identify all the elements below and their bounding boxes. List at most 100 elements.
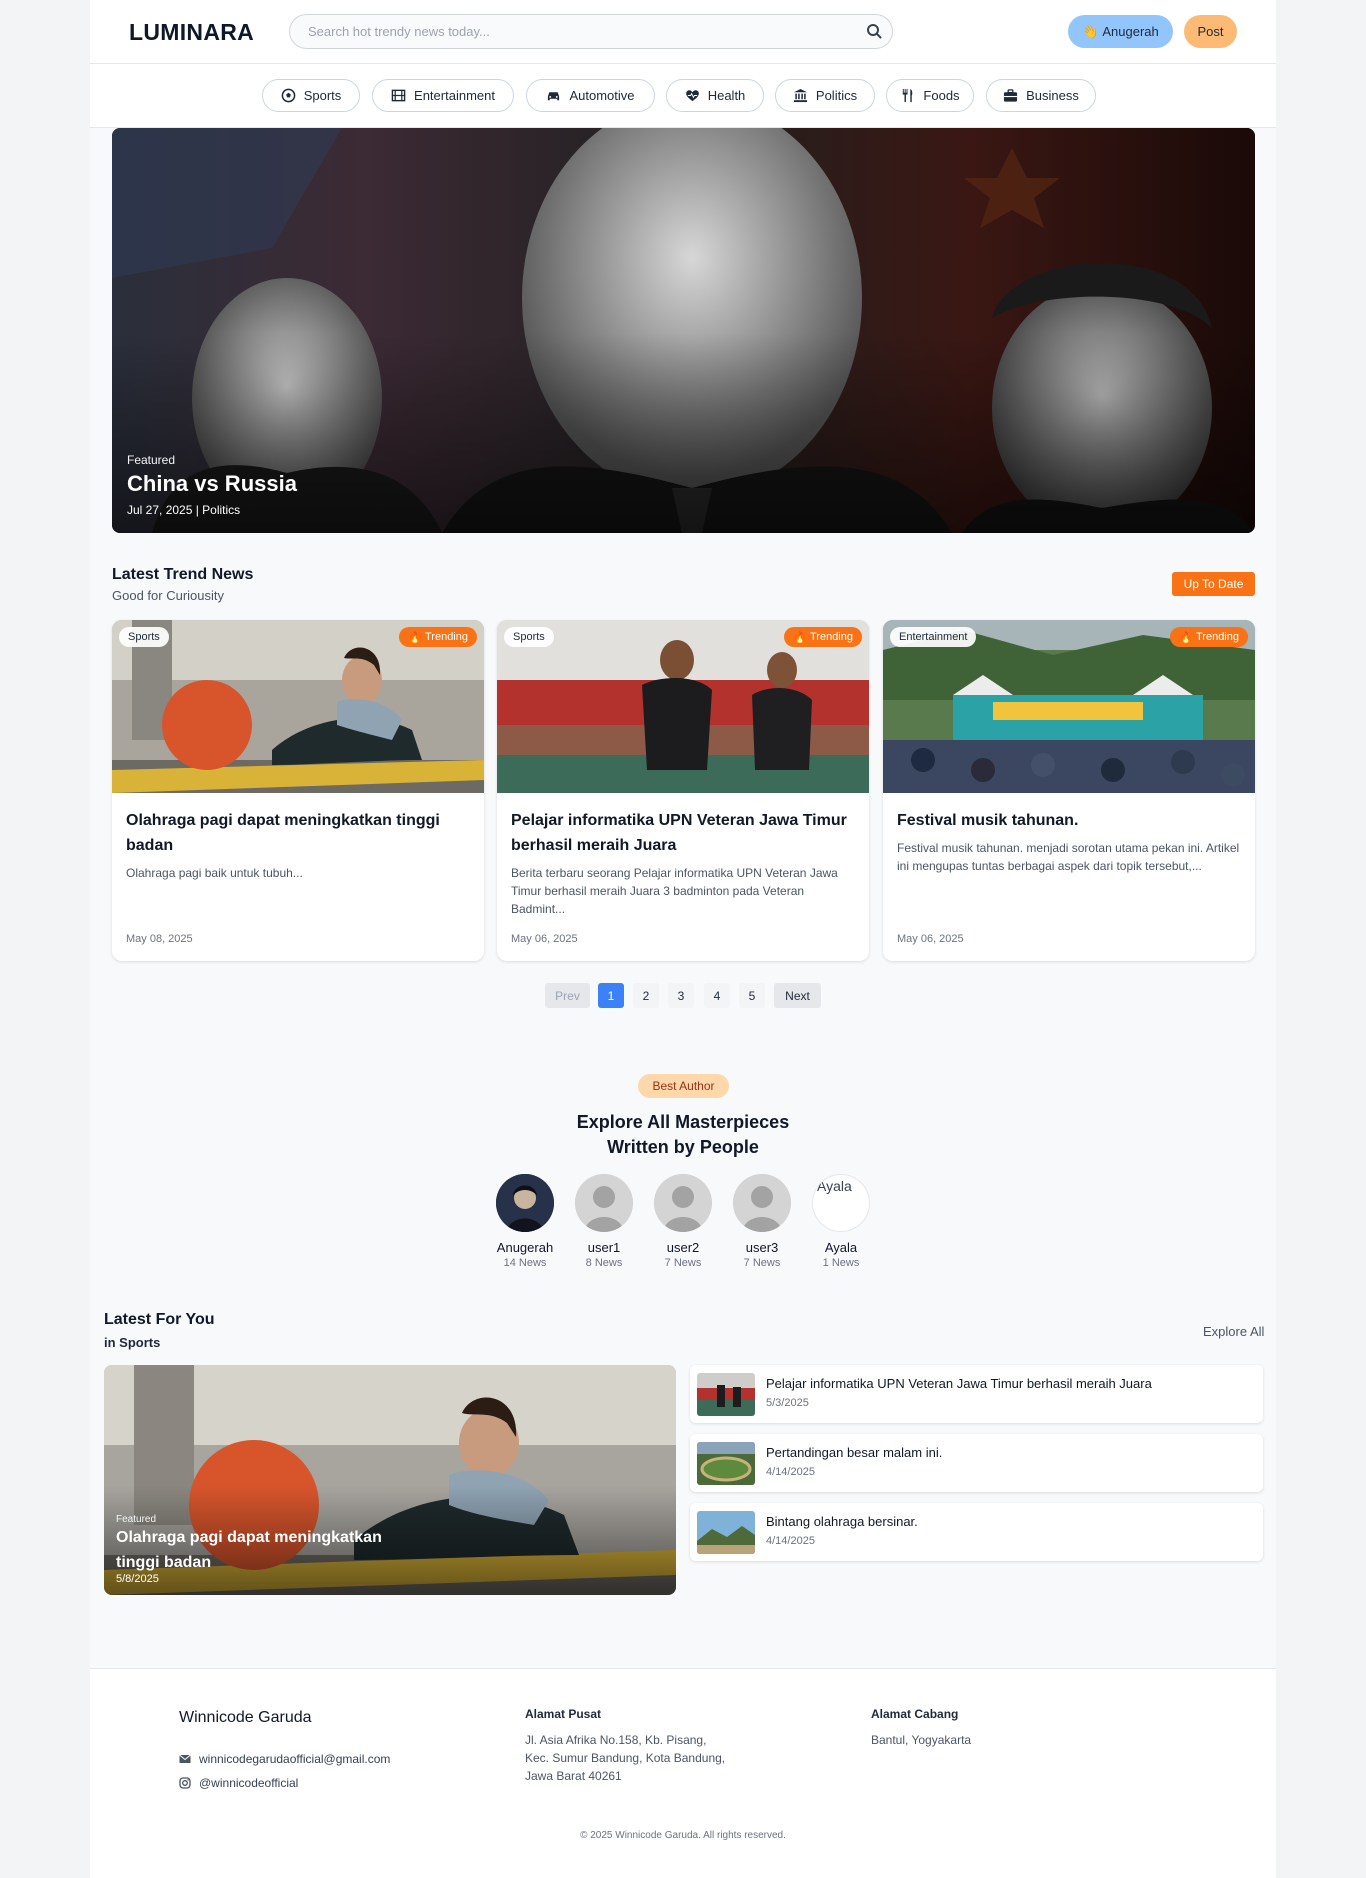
category-politics[interactable]: Politics bbox=[775, 79, 875, 112]
category-business[interactable]: Business bbox=[986, 79, 1096, 112]
post-button[interactable]: Post bbox=[1184, 15, 1237, 48]
news-card-title[interactable]: Festival musik tahunan. bbox=[897, 808, 1237, 833]
page: LUMINARA 👋 Anugerah Post Sports Entertai… bbox=[90, 0, 1276, 1878]
user-profile-button[interactable]: 👋 Anugerah bbox=[1068, 15, 1173, 48]
news-card-title[interactable]: Pelajar informatika UPN Veteran Jawa Tim… bbox=[511, 808, 851, 858]
author-item[interactable]: Anugerah 14 News bbox=[485, 1174, 565, 1269]
footer-hq-title: Alamat Pusat bbox=[525, 1707, 602, 1721]
latest-for-you-title: Latest For You bbox=[104, 1311, 215, 1328]
author-name[interactable]: user3 bbox=[722, 1240, 802, 1255]
latest-featured-card[interactable]: Featured Olahraga pagi dapat meningkatka… bbox=[104, 1365, 676, 1595]
site-logo[interactable]: LUMINARA bbox=[129, 19, 254, 46]
latest-item-date: 4/14/2025 bbox=[766, 1535, 815, 1547]
category-health[interactable]: Health bbox=[666, 79, 764, 112]
news-card[interactable]: Sports 🔥 Trending Olahraga pagi dapat men… bbox=[112, 620, 484, 961]
latest-featured-label: Featured bbox=[116, 1514, 157, 1525]
pagination-page-5[interactable]: 5 bbox=[739, 983, 765, 1008]
avatar[interactable] bbox=[496, 1174, 554, 1232]
envelope-icon bbox=[179, 1754, 191, 1763]
category-entertainment[interactable]: Entertainment bbox=[372, 79, 514, 112]
author-name[interactable]: Ayala bbox=[801, 1240, 881, 1255]
top-header: LUMINARA 👋 Anugerah Post bbox=[90, 0, 1276, 64]
search-icon[interactable] bbox=[866, 23, 882, 39]
pagination-page-1[interactable]: 1 bbox=[598, 983, 624, 1008]
pagination-next[interactable]: Next bbox=[774, 983, 821, 1008]
latest-item-title[interactable]: Pertandingan besar malam ini. bbox=[766, 1445, 942, 1460]
avatar[interactable] bbox=[575, 1174, 633, 1232]
search-input[interactable] bbox=[290, 15, 830, 48]
latest-featured-title[interactable]: Olahraga pagi dapat meningkatkan tinggi … bbox=[116, 1525, 416, 1575]
news-card[interactable]: Sports 🔥 Trending Pelajar informatika UPN… bbox=[497, 620, 869, 961]
news-card[interactable]: Entertainment 🔥 Trending Festival musik t… bbox=[883, 620, 1255, 961]
news-card-date: May 06, 2025 bbox=[897, 933, 964, 945]
author-name[interactable]: user2 bbox=[643, 1240, 723, 1255]
authors-title: Explore All Masterpieces Written by Peop… bbox=[576, 1112, 790, 1157]
trend-section-title: Latest Trend News bbox=[112, 566, 254, 583]
up-to-date-button[interactable]: Up To Date bbox=[1172, 572, 1255, 596]
pagination-page-3[interactable]: 3 bbox=[668, 983, 694, 1008]
author-item[interactable]: user1 8 News bbox=[564, 1174, 644, 1269]
author-news-count: 8 News bbox=[585, 1257, 623, 1269]
latest-item-date: 5/3/2025 bbox=[766, 1397, 809, 1409]
wave-hand-icon: 👋 bbox=[1082, 23, 1099, 39]
footer-email[interactable]: winnicodegarudaofficial@gmail.com bbox=[179, 1752, 390, 1766]
author-news-count: 7 News bbox=[664, 1257, 702, 1269]
hero-meta: Jul 27, 2025 | Politics bbox=[127, 503, 241, 517]
avatar[interactable] bbox=[654, 1174, 712, 1232]
latest-list-item[interactable]: Bintang olahraga bersinar. 4/14/2025 bbox=[690, 1503, 1263, 1561]
broken-image-alt: Ayala bbox=[817, 1178, 852, 1194]
pagination-page-2[interactable]: 2 bbox=[633, 983, 659, 1008]
fire-icon: 🔥 bbox=[1179, 631, 1193, 644]
footer-branch-address: Bantul, Yogyakarta bbox=[871, 1733, 972, 1747]
hero-banner[interactable]: Featured China vs Russia Jul 27, 2025 | … bbox=[112, 128, 1255, 533]
trend-section-subtitle: Good for Curiousity bbox=[112, 588, 224, 603]
latest-item-title[interactable]: Pelajar informatika UPN Veteran Jawa Tim… bbox=[766, 1376, 1152, 1391]
utensils-icon bbox=[903, 88, 913, 103]
news-card-date: May 06, 2025 bbox=[511, 933, 578, 945]
copyright-text: © 2025 Winnicode Garuda. All rights rese… bbox=[580, 1830, 786, 1841]
user-name: Anugerah bbox=[1102, 24, 1159, 39]
footer-hq-address: Jl. Asia Afrika No.158, Kb. Pisang, Kec.… bbox=[525, 1733, 726, 1783]
trending-badge: 🔥 Trending bbox=[1170, 627, 1248, 647]
latest-for-you-subtitle: in Sports bbox=[104, 1335, 161, 1350]
hero-title[interactable]: China vs Russia bbox=[127, 471, 297, 497]
author-name[interactable]: Anugerah bbox=[485, 1240, 565, 1255]
footer-instagram[interactable]: @winnicodeofficial bbox=[179, 1776, 298, 1790]
hero-overlay bbox=[112, 333, 1255, 533]
category-sports[interactable]: Sports bbox=[262, 79, 360, 112]
latest-list-item[interactable]: Pertandingan besar malam ini. 4/14/2025 bbox=[690, 1434, 1263, 1492]
author-item[interactable]: Ayala Ayala 1 News bbox=[801, 1174, 881, 1269]
category-badge: Sports bbox=[504, 627, 554, 647]
best-author-badge: Best Author bbox=[638, 1074, 729, 1098]
latest-list-item[interactable]: Pelajar informatika UPN Veteran Jawa Tim… bbox=[690, 1365, 1263, 1423]
pagination-page-4[interactable]: 4 bbox=[704, 983, 730, 1008]
author-item[interactable]: user2 7 News bbox=[643, 1174, 723, 1269]
latest-item-thumbnail bbox=[697, 1373, 755, 1416]
author-news-count: 14 News bbox=[503, 1257, 547, 1269]
news-card-excerpt: Olahraga pagi baik untuk tubuh... bbox=[126, 866, 303, 880]
avatar[interactable]: Ayala bbox=[812, 1174, 870, 1232]
author-name[interactable]: user1 bbox=[564, 1240, 644, 1255]
latest-item-title[interactable]: Bintang olahraga bersinar. bbox=[766, 1514, 918, 1529]
pagination-prev[interactable]: Prev bbox=[545, 983, 590, 1008]
soccer-ball-icon bbox=[281, 88, 296, 103]
author-news-count: 7 News bbox=[743, 1257, 781, 1269]
trending-badge: 🔥 Trending bbox=[784, 627, 862, 647]
latest-item-thumbnail bbox=[697, 1442, 755, 1485]
footer-branch-title: Alamat Cabang bbox=[871, 1707, 959, 1721]
footer-brand: Winnicode Garuda bbox=[179, 1709, 312, 1726]
avatar[interactable] bbox=[733, 1174, 791, 1232]
search-bar bbox=[289, 14, 893, 49]
category-automotive[interactable]: Automotive bbox=[526, 79, 655, 112]
latest-item-date: 4/14/2025 bbox=[766, 1466, 815, 1478]
author-item[interactable]: user3 7 News bbox=[722, 1174, 802, 1269]
latest-featured-date: 5/8/2025 bbox=[116, 1573, 159, 1585]
news-card-date: May 08, 2025 bbox=[126, 933, 193, 945]
fire-icon: 🔥 bbox=[793, 631, 807, 644]
category-badge: Sports bbox=[119, 627, 169, 647]
category-foods[interactable]: Foods bbox=[886, 79, 974, 112]
instagram-icon bbox=[179, 1777, 191, 1789]
explore-all-link[interactable]: Explore All bbox=[1203, 1324, 1264, 1339]
news-card-title[interactable]: Olahraga pagi dapat meningkatkan tinggi … bbox=[126, 808, 466, 858]
car-icon bbox=[548, 92, 560, 101]
